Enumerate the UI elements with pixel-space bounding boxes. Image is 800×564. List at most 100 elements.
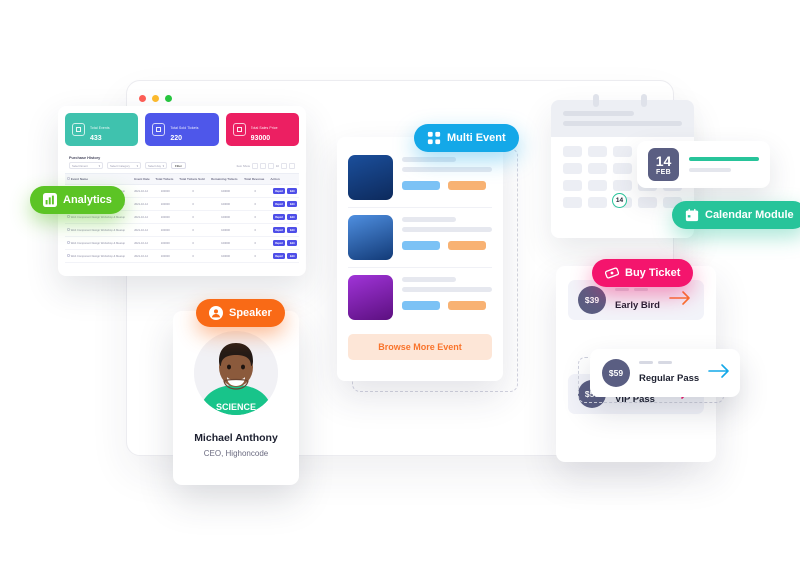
cell-total-tickets: 100000 [153, 197, 178, 211]
badge-buy-ticket[interactable]: Buy Ticket [592, 259, 694, 287]
cell-revenue: 0 [242, 249, 269, 263]
filter-button[interactable]: Filter [171, 162, 186, 169]
calendar-day-cell[interactable] [563, 197, 582, 208]
calendar-day-cell[interactable] [588, 146, 607, 157]
row-checkbox[interactable] [67, 254, 70, 257]
close-dot[interactable] [139, 95, 146, 102]
edit-button[interactable]: Edit [287, 240, 297, 246]
pager-value: 10 [275, 163, 279, 168]
pager-next[interactable] [281, 162, 287, 169]
cell-tickets-sold: 0 [177, 249, 210, 263]
report-button[interactable]: Report [272, 188, 286, 194]
badge-analytics[interactable]: Analytics [30, 186, 125, 214]
badge-calendar-module[interactable]: Calendar Module [672, 201, 800, 229]
calendar-day-cell[interactable] [588, 163, 607, 174]
calendar-day-cell[interactable] [563, 180, 582, 191]
badge-multi-event[interactable]: Multi Event [414, 124, 519, 152]
calendar-today[interactable]: 14 [612, 193, 627, 208]
calendar-day-cell[interactable] [638, 197, 657, 208]
col-event-date[interactable]: Event Date [132, 173, 154, 185]
calendar-event-row[interactable]: 14 FEB [637, 141, 770, 188]
event-name-text: Web Component Design Workshop & Meetup [70, 216, 126, 219]
select-event-dropdown[interactable]: Select Event ▾ [69, 162, 103, 169]
edit-button[interactable]: Edit [287, 253, 297, 259]
badge-speaker[interactable]: Speaker [196, 299, 285, 327]
event-tag-primary[interactable] [402, 241, 440, 250]
event-meta-placeholder [689, 168, 731, 172]
calendar-day-cell[interactable] [588, 197, 607, 208]
avatar: SCIENCE [194, 331, 278, 415]
select-day-dropdown[interactable]: Select day ▾ [145, 162, 167, 169]
event-name-text: Web Component Design Workshop & Meetup [70, 242, 126, 245]
minimize-dot[interactable] [152, 95, 159, 102]
col-tickets-sold[interactable]: Total Tickets Sold [177, 173, 210, 185]
chart-icon [232, 123, 246, 136]
row-checkbox[interactable] [67, 228, 70, 231]
pager-page-2[interactable] [267, 162, 274, 169]
cell-total-tickets: 100000 [153, 249, 178, 263]
report-button[interactable]: Report [272, 201, 286, 207]
col-event-name[interactable]: Event Name [65, 173, 133, 185]
ticket-price: $39 [578, 286, 606, 314]
event-list-item[interactable] [348, 267, 492, 327]
table-row[interactable]: Web Component Design Workshop & Meetup 20… [65, 223, 299, 237]
calendar-day-cell[interactable] [588, 180, 607, 191]
pager-last[interactable] [289, 162, 295, 169]
cell-tickets-sold: 0 [177, 236, 210, 250]
stat-card-sales-price[interactable]: Total Sales Price 93000 [225, 113, 299, 146]
calendar-day-cell[interactable] [613, 146, 632, 157]
report-button[interactable]: Report [272, 240, 286, 246]
edit-button[interactable]: Edit [287, 227, 297, 233]
maximize-dot[interactable] [165, 95, 172, 102]
row-checkbox[interactable] [67, 215, 70, 218]
edit-button[interactable]: Edit [287, 201, 297, 207]
event-list-item[interactable] [348, 207, 492, 267]
report-button[interactable]: Report [272, 253, 286, 259]
calendar-day-cell[interactable] [613, 163, 632, 174]
event-tag-secondary[interactable] [448, 301, 486, 310]
event-title-placeholder [689, 157, 759, 162]
calendar-header [551, 100, 694, 137]
pagination: Item Show 10 [237, 162, 295, 169]
cell-revenue: 0 [242, 223, 269, 237]
calendar-day-cell[interactable] [563, 163, 582, 174]
pager-page-1[interactable] [259, 162, 266, 169]
edit-button[interactable]: Edit [287, 214, 297, 220]
event-tag-primary[interactable] [402, 301, 440, 310]
select-day-label: Select day [148, 163, 162, 168]
calendar-day-cell[interactable] [563, 146, 582, 157]
pager-prev[interactable] [251, 162, 258, 169]
row-checkbox[interactable] [67, 241, 70, 244]
stat-card-total-events[interactable]: Total Events 433 [65, 113, 139, 146]
table-row[interactable]: Web Component Design Workshop & Meetup 20… [65, 236, 299, 250]
select-category-dropdown[interactable]: Select Category ▾ [107, 162, 141, 169]
col-total-tickets[interactable]: Total Tickets [153, 173, 178, 185]
browse-more-event-button[interactable]: Browse More Event [348, 334, 492, 360]
stat-card-sold-tickets[interactable]: Total Sold Tickets 220 [145, 113, 219, 146]
cell-total-tickets: 100000 [153, 236, 178, 250]
table-row[interactable]: Web Component Design Workshop & Meetup 20… [65, 249, 299, 263]
event-thumbnail [348, 215, 393, 260]
event-tag-primary[interactable] [402, 181, 440, 190]
col-revenue[interactable]: Total Revenue [242, 173, 269, 185]
illustration-stage: Total Events 433 Total Sold Tickets 220 … [0, 0, 800, 564]
calendar-day-cell[interactable] [613, 180, 632, 191]
ticket-arrow-icon[interactable] [669, 290, 695, 311]
cell-actions: Report Edit [268, 223, 299, 237]
event-tag-secondary[interactable] [448, 181, 486, 190]
cell-total-tickets: 100000 [153, 210, 178, 224]
cell-event-date: 2021-10-12 [132, 197, 154, 211]
report-button[interactable]: Report [272, 214, 286, 220]
cell-actions: Report Edit [268, 184, 299, 198]
select-all-checkbox[interactable] [67, 177, 70, 180]
stat-label: Total Events [90, 125, 110, 130]
event-tag-secondary[interactable] [448, 241, 486, 250]
edit-button[interactable]: Edit [287, 188, 297, 194]
ticket-regular-pass-highlight[interactable]: $59 Regular Pass [590, 349, 740, 397]
ticket-arrow-icon[interactable] [708, 363, 734, 384]
cell-revenue: 0 [242, 197, 269, 211]
cell-tickets-sold: 0 [177, 184, 210, 198]
event-list-item[interactable] [348, 148, 492, 207]
report-button[interactable]: Report [272, 227, 286, 233]
col-remaining[interactable]: Remaining Tickets [209, 173, 243, 185]
